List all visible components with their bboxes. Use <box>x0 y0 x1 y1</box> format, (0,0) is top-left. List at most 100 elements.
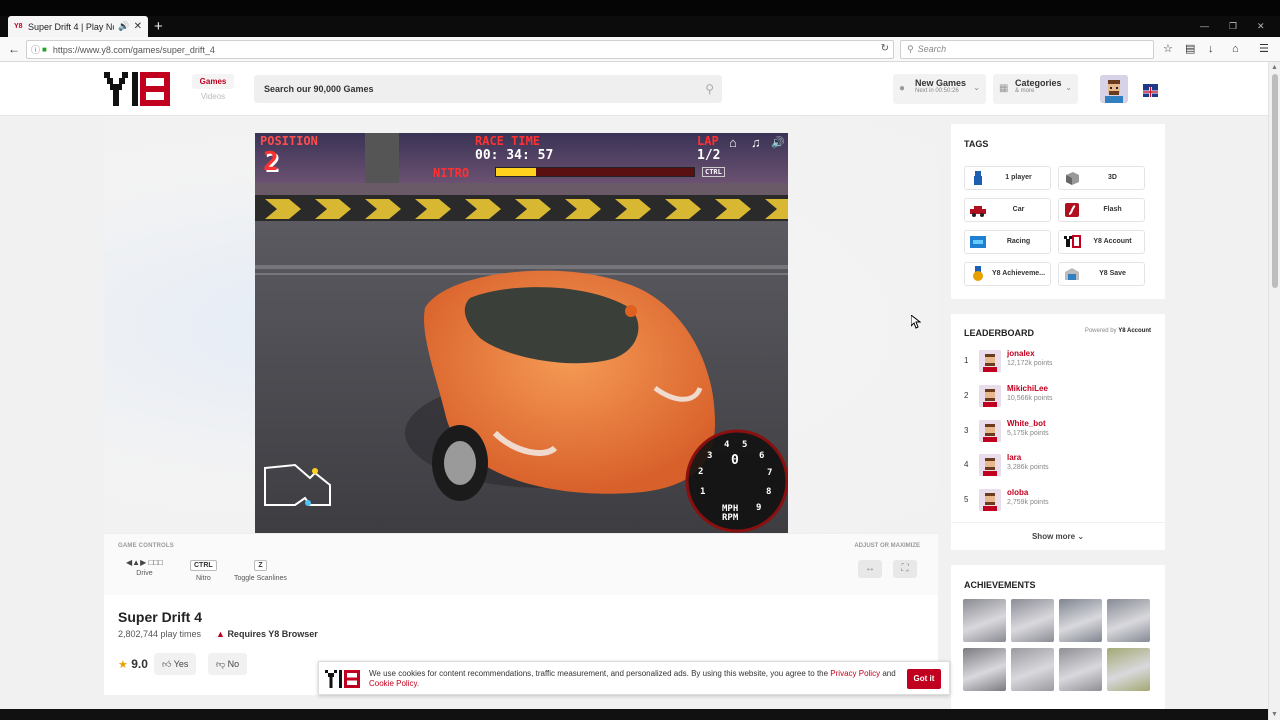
leaderboard-name[interactable]: MikichiLee <box>1007 384 1048 393</box>
cube-icon <box>1066 172 1079 185</box>
achievement-thumbnail[interactable] <box>1011 599 1054 642</box>
leaderboard-name[interactable]: oloba <box>1007 488 1028 497</box>
game-music-icon[interactable]: ♫ <box>751 135 761 150</box>
tag-3d[interactable]: 3D <box>1058 166 1145 190</box>
tag-label: 3D <box>1108 174 1117 181</box>
control-scanlines-key: Z <box>254 560 267 571</box>
vote-no-button[interactable]: 👎︎ No <box>208 653 248 675</box>
leaderboard-row[interactable]: 4 lara 3,286k points <box>964 452 1154 480</box>
achievement-thumbnail[interactable] <box>1107 648 1150 691</box>
leaderboard-rank: 3 <box>964 426 969 435</box>
privacy-policy-link[interactable]: Privacy Policy <box>830 669 880 678</box>
close-tab-icon[interactable]: ✕ <box>134 21 142 32</box>
page-scrollbar[interactable]: ▲ ▼ <box>1268 62 1280 720</box>
cookie-policy-link[interactable]: Cookie Policy. <box>369 679 419 688</box>
address-bar[interactable]: ⓘ ■ https://www.y8.com/games/super_drift… <box>26 40 894 59</box>
new-games-button[interactable]: ● New Games Next in 00:50:26 ⌄ <box>893 74 986 104</box>
speedo-num-9: 9 <box>756 503 762 513</box>
game-sound-icon[interactable]: 🔊 <box>771 136 785 149</box>
tag-y8-save[interactable]: Y8 Save <box>1058 262 1145 286</box>
leaderboard-points: 3,286k points <box>1007 464 1049 471</box>
leaderboard-row[interactable]: 5 oloba 2,759k points <box>964 487 1154 515</box>
achievement-thumbnail[interactable] <box>963 648 1006 691</box>
got-it-button[interactable]: Got it <box>907 669 941 689</box>
leaderboard-name[interactable]: jonalex <box>1007 349 1035 358</box>
fullscreen-icon: ⛶ <box>901 563 909 574</box>
speedo-unit-mph: MPH <box>722 504 739 514</box>
back-arrow-icon[interactable]: ← <box>8 41 20 57</box>
chevron-down-icon: ⌄ <box>973 83 980 92</box>
leaderboard-avatar <box>979 420 1001 442</box>
rating-value: 9.0 <box>131 657 148 671</box>
browser-search-input[interactable]: ⚲ Search <box>900 40 1154 59</box>
leaderboard-powered: Powered by Y8 Account <box>1085 328 1151 334</box>
tag-racing[interactable]: Racing <box>964 230 1051 254</box>
fullscreen-button[interactable]: ⛶ <box>893 560 917 578</box>
leaderboard-name[interactable]: lara <box>1007 453 1021 462</box>
download-icon[interactable]: ↓ <box>1208 42 1214 56</box>
show-more-button[interactable]: Show more ⌄ <box>951 522 1165 550</box>
maximize-icon[interactable]: ❐ <box>1229 16 1237 37</box>
leaderboard-name[interactable]: White_bot <box>1007 419 1046 428</box>
tag-car[interactable]: Car <box>964 198 1051 222</box>
minimize-icon[interactable]: — <box>1200 16 1209 37</box>
search-icon[interactable]: ⚲ <box>705 75 714 103</box>
leaderboard-row[interactable]: 1 jonalex 12,172k points <box>964 348 1154 376</box>
control-scanlines-label: Toggle Scanlines <box>234 575 287 582</box>
leaderboard-row[interactable]: 3 White_bot 5,175k points <box>964 418 1154 446</box>
requires-browser-notice[interactable]: ▲ Requires Y8 Browser <box>216 629 318 639</box>
achievement-thumbnail[interactable] <box>1011 648 1054 691</box>
tag-label: Y8 Achieveme... <box>991 270 1046 277</box>
speaker-icon[interactable]: 🔊 <box>118 21 129 32</box>
game-canvas[interactable]: POSITION 2 RACE TIME 00: 34: 57 LAP 1/2 … <box>255 133 788 533</box>
speedo-num-3: 3 <box>707 451 713 461</box>
achievement-thumbnail[interactable] <box>1059 648 1102 691</box>
leaderboard-points: 5,175k points <box>1007 430 1049 437</box>
control-nitro: CTRL Nitro <box>190 560 217 582</box>
y8-logo <box>325 670 360 688</box>
tab-title: Super Drift 4 | Play No... <box>28 21 114 32</box>
adjust-size-button[interactable]: ↔ <box>858 560 882 578</box>
speedo-num-5: 5 <box>742 440 748 450</box>
tag-y8-account[interactable]: Y8 Account <box>1058 230 1145 254</box>
hud-nitro-label: NITRO <box>433 166 470 180</box>
browser-tab[interactable]: Y8 Super Drift 4 | Play No... 🔊 ✕ <box>8 16 148 37</box>
leaderboard-row[interactable]: 2 MikichiLee 10,566k points <box>964 383 1154 411</box>
leaderboard-rank: 1 <box>964 356 969 365</box>
grid-icon: ▦ <box>999 83 1009 94</box>
chevron-down-icon: ⌄ <box>1077 532 1085 541</box>
leaderboard-points: 12,172k points <box>1007 360 1053 367</box>
nav-tab-videos[interactable]: Videos <box>192 89 234 104</box>
game-home-icon[interactable]: ⌂ <box>729 135 737 150</box>
achievement-thumbnail[interactable] <box>1107 599 1150 642</box>
leaderboard-title: LEADERBOARD <box>964 328 1035 338</box>
scroll-down-icon[interactable]: ▼ <box>1271 711 1278 718</box>
bookmark-star-icon[interactable]: ☆ <box>1163 42 1173 56</box>
tag-flash[interactable]: Flash <box>1058 198 1145 222</box>
scroll-up-icon[interactable]: ▲ <box>1271 64 1278 71</box>
achievement-thumbnail[interactable] <box>963 599 1006 642</box>
uk-flag-icon[interactable] <box>1143 84 1158 97</box>
new-tab-icon[interactable]: + <box>154 17 163 36</box>
reading-list-icon[interactable]: ▤ <box>1185 42 1195 56</box>
nitro-bar-fill <box>496 168 536 176</box>
vote-yes-button[interactable]: 👍︎ Yes <box>154 653 197 675</box>
tag-y8-achievements[interactable]: Y8 Achieveme... <box>964 262 1051 286</box>
nav-tab-games[interactable]: Games <box>192 74 234 89</box>
hud-lap: 1/2 <box>697 148 721 163</box>
achievement-thumbnail[interactable] <box>1059 599 1102 642</box>
rating: ★ 9.0 <box>118 657 148 671</box>
info-icon[interactable]: ⓘ <box>31 43 40 56</box>
y8-logo[interactable] <box>104 72 174 106</box>
categories-button[interactable]: ▦ Categories & more ⌄ <box>993 74 1078 104</box>
site-search-input[interactable]: Search our 90,000 Games ⚲ <box>254 75 722 103</box>
reload-icon[interactable]: ↻ <box>881 43 889 54</box>
close-window-icon[interactable]: ✕ <box>1257 16 1265 37</box>
scrollbar-thumb[interactable] <box>1272 74 1278 288</box>
home-icon[interactable]: ⌂ <box>1232 42 1239 56</box>
speedo-num-4: 4 <box>724 440 730 450</box>
menu-icon[interactable]: ☰ <box>1259 42 1269 56</box>
tag-1-player[interactable]: 1 player <box>964 166 1051 190</box>
user-avatar[interactable] <box>1100 75 1128 103</box>
tags-card: TAGS 1 player 3D Car Flash Racing Y8 Acc… <box>951 124 1165 299</box>
